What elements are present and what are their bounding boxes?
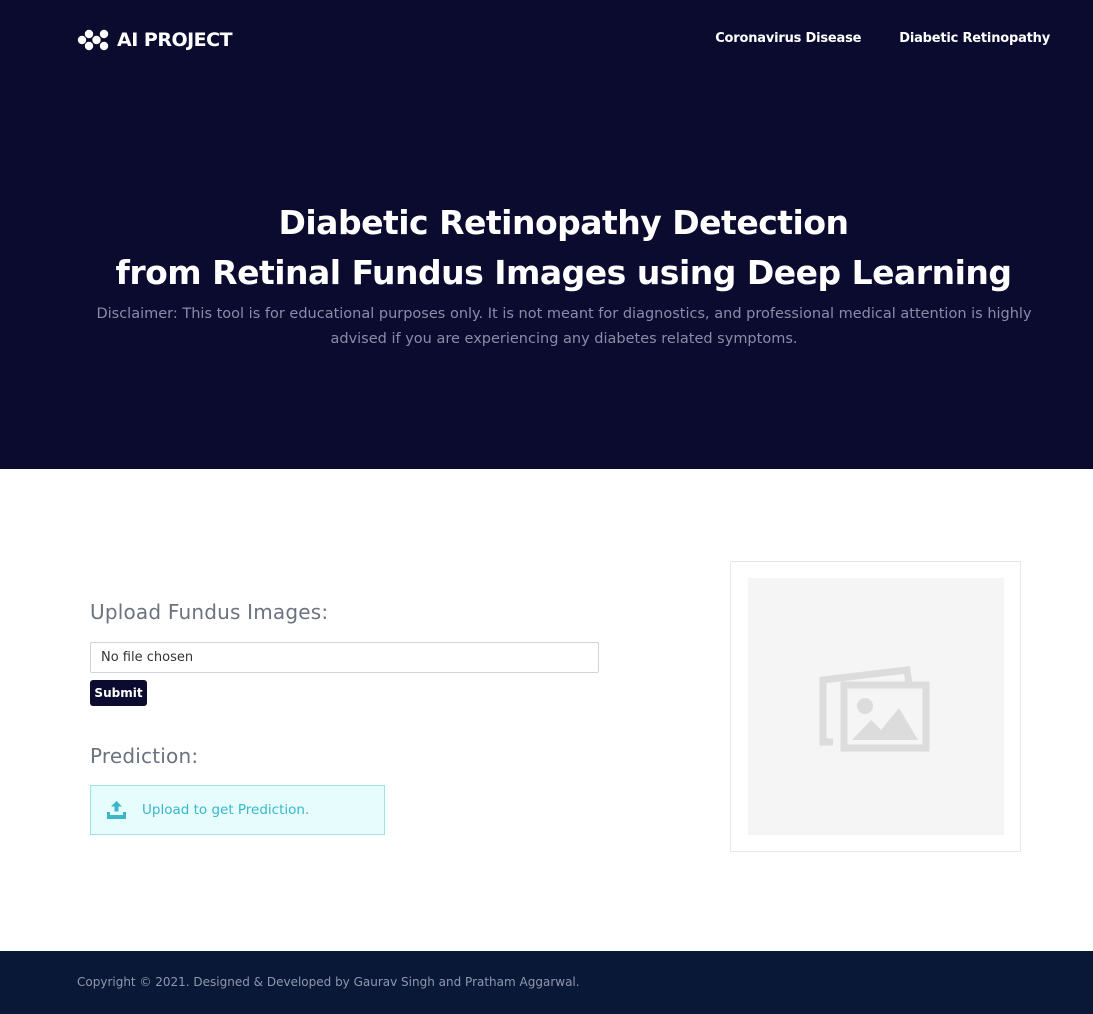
title-pre-2: from: [115, 253, 213, 292]
title-line-1: Diabetic Retinopathy Detection: [0, 198, 1093, 248]
prediction-message: Upload to get Prediction.: [142, 802, 310, 818]
title-line-2: from Retinal Fundus Images using Deep Le…: [0, 248, 1093, 298]
image-preview-frame: [730, 561, 1021, 852]
site-logo[interactable]: AI PROJECT: [77, 29, 233, 51]
copyright-text: Copyright © 2021. Designed & Developed b…: [77, 975, 580, 989]
prediction-alert: Upload to get Prediction.: [90, 785, 385, 835]
file-status-text: No file chosen: [101, 650, 194, 665]
nav-link-coronavirus[interactable]: Coronavirus Disease: [715, 31, 861, 46]
image-placeholder-icon: [819, 665, 930, 751]
hero-section: AI PROJECT Coronavirus Disease Diabetic …: [0, 0, 1093, 469]
page-title: Diabetic Retinopathy Detection from Reti…: [0, 198, 1093, 298]
logo-icon: [77, 29, 109, 51]
nav-link-diabetic-retinopathy[interactable]: Diabetic Retinopathy: [899, 31, 1050, 46]
title-bold-1: Diabetic Retinopathy: [278, 203, 662, 242]
site-footer: Copyright © 2021. Designed & Developed b…: [0, 951, 1093, 1014]
title-rest-2: using Deep Learning: [625, 253, 1012, 292]
upload-heading: Upload Fundus Images:: [90, 600, 329, 624]
submit-button[interactable]: Submit: [90, 680, 147, 706]
image-preview: [748, 578, 1004, 835]
main-nav: Coronavirus Disease Diabetic Retinopathy: [715, 31, 1050, 46]
title-bold-2: Retinal Fundus Images: [212, 253, 626, 292]
logo-text: AI PROJECT: [117, 29, 233, 51]
file-input[interactable]: No file chosen: [90, 642, 599, 673]
disclaimer-text: Disclaimer: This tool is for educational…: [96, 306, 1032, 347]
upload-icon: [107, 801, 126, 819]
prediction-heading: Prediction:: [90, 744, 199, 768]
title-rest-1: Detection: [661, 203, 849, 242]
